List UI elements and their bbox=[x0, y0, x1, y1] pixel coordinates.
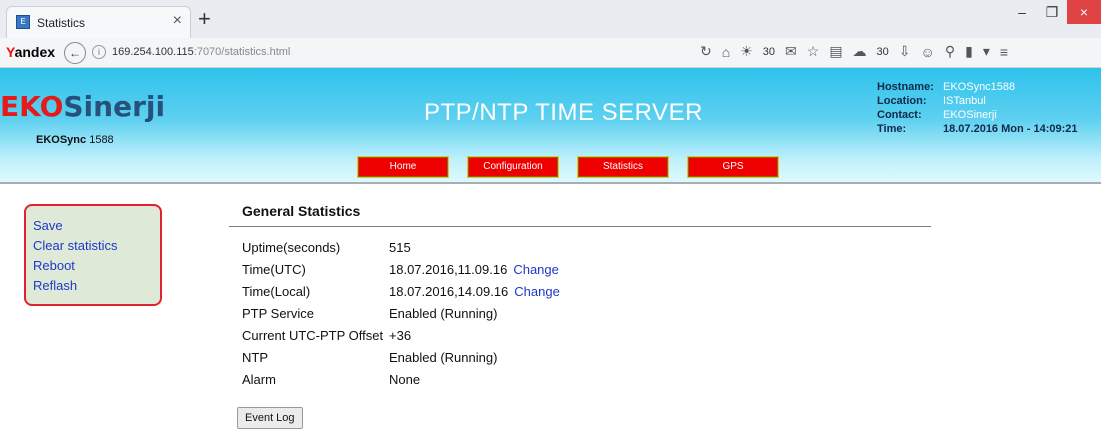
general-statistics: General Statistics Uptime(seconds) 515 T… bbox=[229, 203, 931, 390]
url-path: :7070/statistics.html bbox=[193, 46, 291, 58]
home-icon[interactable]: ⌂ bbox=[722, 44, 730, 60]
info-key: Contact: bbox=[877, 109, 922, 121]
stats-value: Enabled (Running) bbox=[389, 305, 498, 321]
brand-first-letter: Y bbox=[6, 44, 15, 60]
logo-sinerji: Sinerji bbox=[63, 90, 166, 123]
stats-row-ntp: NTP Enabled (Running) bbox=[242, 346, 931, 368]
bookmark-star-icon[interactable]: ☆ bbox=[807, 43, 820, 60]
stats-label: Uptime(seconds) bbox=[242, 239, 341, 255]
weather-sun-icon[interactable]: ☀ bbox=[740, 43, 753, 60]
device-name: EKOSync 1588 bbox=[36, 134, 114, 146]
info-row-contact: Contact: EKOSinerji bbox=[877, 108, 1078, 122]
page-title: PTP/NTP TIME SERVER bbox=[424, 99, 703, 126]
info-key: Time: bbox=[877, 123, 907, 135]
info-row-time: Time: 18.07.2016 Mon - 14:09:21 bbox=[877, 122, 1078, 136]
mail-icon[interactable]: ✉ bbox=[785, 43, 797, 60]
smiley-icon[interactable]: ☺ bbox=[921, 44, 935, 60]
stats-label: NTP bbox=[242, 349, 268, 365]
stats-label: PTP Service bbox=[242, 305, 315, 321]
favicon-icon: E bbox=[16, 15, 30, 29]
info-value: EKOSinerji bbox=[943, 109, 997, 121]
stats-row-utc-ptp-offset: Current UTC-PTP Offset +36 bbox=[242, 324, 931, 346]
info-icon[interactable]: i bbox=[92, 45, 106, 59]
url-host: 169.254.100.115 bbox=[112, 46, 194, 58]
stats-row-alarm: Alarm None bbox=[242, 368, 931, 390]
action-sidebar: Save Clear statistics Reboot Reflash bbox=[24, 204, 162, 306]
stats-value: +36 bbox=[389, 327, 412, 343]
tab-close-icon[interactable]: × bbox=[173, 12, 182, 30]
address-bar: Yandex ← i 169.254.100.115:7070/statisti… bbox=[0, 38, 1101, 68]
info-key: Hostname: bbox=[877, 81, 934, 93]
restore-icon[interactable]: ❐ bbox=[1037, 0, 1067, 24]
device-number: 1588 bbox=[89, 134, 114, 146]
url-field[interactable]: 169.254.100.115:7070/statistics.html bbox=[112, 46, 290, 58]
stats-row-ptp-service: PTP Service Enabled (Running) bbox=[242, 302, 931, 324]
browser-brand[interactable]: Yandex bbox=[6, 44, 55, 60]
stats-row-time-utc: Time(UTC) 18.07.2016,11.09.16 Change bbox=[242, 258, 931, 280]
window-controls: – ❐ × bbox=[1007, 0, 1101, 28]
page-header: EKOSinerji EKOSync 1588 PTP/NTP TIME SER… bbox=[0, 68, 1101, 184]
stats-value: Enabled (Running) bbox=[389, 349, 498, 365]
menu-icon[interactable]: ≡ bbox=[1000, 44, 1008, 60]
minimize-icon[interactable]: – bbox=[1007, 0, 1037, 24]
section-divider bbox=[229, 226, 931, 227]
stats-value: 515 bbox=[389, 239, 411, 255]
nav-gps-button[interactable]: GPS bbox=[687, 156, 779, 178]
device-info: Hostname: EKOSync1588 Location: ISTanbul… bbox=[877, 80, 1078, 136]
stats-label: Time(UTC) bbox=[242, 261, 306, 277]
section-title: General Statistics bbox=[242, 203, 361, 219]
save-link[interactable]: Save bbox=[33, 216, 160, 236]
weather-temp-1: 30 bbox=[762, 45, 776, 58]
change-utc-link[interactable]: Change bbox=[513, 262, 559, 277]
reboot-link[interactable]: Reboot bbox=[33, 256, 160, 276]
battery-icon[interactable]: ▮ bbox=[965, 43, 973, 60]
new-tab-button[interactable]: + bbox=[198, 6, 211, 32]
stats-row-time-local: Time(Local) 18.07.2016,14.09.16 Change bbox=[242, 280, 931, 302]
reload-icon[interactable]: ↻ bbox=[700, 43, 712, 60]
tab-title: Statistics bbox=[37, 16, 86, 30]
stats-label: Current UTC-PTP Offset bbox=[242, 327, 384, 343]
browser-titlebar: E Statistics × + – ❐ × bbox=[0, 0, 1101, 38]
nav-configuration-button[interactable]: Configuration bbox=[467, 156, 559, 178]
nav-home-button[interactable]: Home bbox=[357, 156, 449, 178]
info-value: EKOSync1588 bbox=[943, 81, 1016, 93]
stats-value: 18.07.2016,11.09.16 bbox=[389, 261, 508, 277]
back-arrow-icon[interactable]: ← bbox=[64, 42, 86, 64]
stats-table: Uptime(seconds) 515 Time(UTC) 18.07.2016… bbox=[242, 236, 931, 390]
weather-cloud-icon[interactable]: ☁ bbox=[853, 43, 867, 60]
stats-label: Alarm bbox=[242, 371, 276, 387]
toolbar-icons: ↻ ⌂ ☀ 30 ✉ ☆ ▤ ☁ 30 ⇩ ☺ ⚲ ▮ ▾ ≡ bbox=[700, 43, 1008, 60]
info-key: Location: bbox=[877, 95, 927, 107]
event-log-button[interactable]: Event Log bbox=[237, 407, 303, 429]
logo-eko: EKO bbox=[0, 90, 64, 123]
info-value: ISTanbul bbox=[943, 95, 986, 107]
weather-temp-2: 30 bbox=[876, 45, 889, 58]
main-nav: Home Configuration Statistics GPS bbox=[357, 156, 798, 178]
device-name-bold: EKOSync bbox=[36, 134, 87, 146]
stats-value: None bbox=[389, 371, 421, 387]
info-row-hostname: Hostname: EKOSync1588 bbox=[877, 80, 1078, 94]
download-icon[interactable]: ⇩ bbox=[899, 43, 911, 60]
brand-rest: andex bbox=[14, 44, 56, 60]
stats-value: 18.07.2016,14.09.16 bbox=[389, 283, 509, 299]
info-value: 18.07.2016 Mon - 14:09:21 bbox=[943, 123, 1078, 135]
clear-statistics-link[interactable]: Clear statistics bbox=[33, 236, 160, 256]
extension-icon[interactable]: ⚲ bbox=[945, 43, 955, 60]
stats-label: Time(Local) bbox=[242, 283, 311, 299]
info-row-location: Location: ISTanbul bbox=[877, 94, 1078, 108]
stats-row-uptime: Uptime(seconds) 515 bbox=[242, 236, 931, 258]
browser-tab[interactable]: E Statistics × bbox=[6, 6, 191, 38]
reflash-link[interactable]: Reflash bbox=[33, 276, 160, 296]
reading-list-icon[interactable]: ▤ bbox=[829, 43, 842, 60]
nav-statistics-button[interactable]: Statistics bbox=[577, 156, 669, 178]
company-logo: EKOSinerji bbox=[0, 90, 165, 123]
window-close-icon[interactable]: × bbox=[1067, 0, 1101, 24]
change-local-link[interactable]: Change bbox=[514, 284, 560, 299]
dropdown-icon[interactable]: ▾ bbox=[983, 43, 990, 60]
